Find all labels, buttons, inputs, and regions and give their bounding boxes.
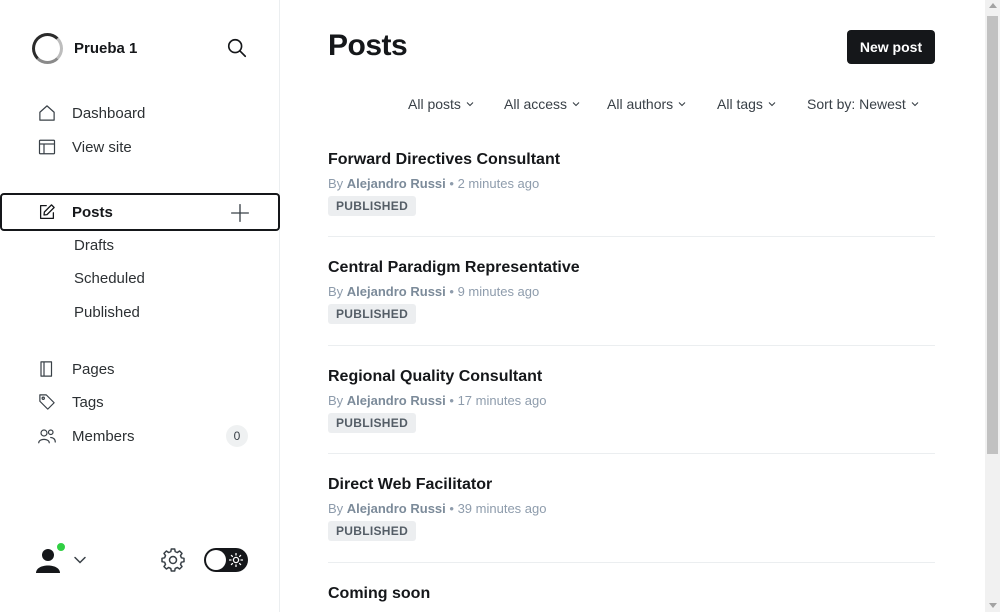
filter-sort-label: Sort by: Newest	[807, 96, 906, 112]
avatar[interactable]	[32, 542, 66, 575]
filter-tags-label: All tags	[717, 96, 763, 112]
nav-members[interactable]: Members 0	[0, 419, 280, 453]
nav-drafts[interactable]: Drafts	[74, 237, 114, 254]
filter-tags[interactable]: All tags	[717, 96, 776, 112]
filter-access[interactable]: All access	[504, 96, 580, 112]
new-post-button[interactable]: New post	[847, 30, 935, 64]
post-row[interactable]: Central Paradigm Representative By Aleja…	[328, 259, 935, 346]
post-title[interactable]: Direct Web Facilitator	[328, 476, 492, 494]
post-author: Alejandro Russi	[346, 501, 446, 516]
toggle-knob	[206, 550, 226, 570]
tag-icon	[39, 394, 55, 410]
status-badge: PUBLISHED	[328, 304, 417, 324]
scrollbar-thumb[interactable]	[987, 16, 998, 454]
filter-type-label: All posts	[408, 96, 461, 112]
nav-dashboard[interactable]: Dashboard	[0, 96, 280, 130]
nav-tags-label: Tags	[72, 393, 104, 411]
theme-toggle[interactable]	[204, 548, 248, 572]
nav-pages-label: Pages	[72, 360, 115, 378]
site-name: Prueba 1	[74, 39, 138, 57]
nav-view-site-label: View site	[72, 138, 132, 156]
gear-icon[interactable]	[161, 548, 185, 572]
post-meta: By Alejandro Russi • 9 minutes ago	[328, 284, 539, 299]
post-title[interactable]: Coming soon	[328, 585, 430, 603]
page-title: Posts	[328, 29, 408, 62]
chevron-down-icon[interactable]	[73, 553, 87, 567]
nav-published[interactable]: Published	[74, 304, 140, 321]
members-icon	[38, 429, 56, 444]
filter-bar: All posts All access All authors All tag…	[280, 96, 935, 114]
post-meta: By Alejandro Russi • 2 minutes ago	[328, 176, 539, 191]
scroll-up-arrow-icon[interactable]	[989, 3, 997, 8]
filter-type[interactable]: All posts	[408, 96, 474, 112]
home-icon	[39, 105, 55, 121]
meta-separator: •	[449, 393, 454, 408]
post-meta: By Alejandro Russi • 39 minutes ago	[328, 501, 546, 516]
status-badge: PUBLISHED	[328, 196, 417, 216]
post-author: Alejandro Russi	[346, 393, 446, 408]
post-time: 9 minutes ago	[457, 284, 540, 299]
page-icon	[40, 361, 53, 377]
post-title[interactable]: Regional Quality Consultant	[328, 368, 542, 386]
chevron-down-icon	[572, 102, 580, 107]
chevron-down-icon	[768, 102, 776, 107]
nav-tags[interactable]: Tags	[0, 385, 280, 419]
site-brand[interactable]: Prueba 1	[32, 32, 137, 64]
status-badge: PUBLISHED	[328, 413, 417, 433]
post-title[interactable]: Forward Directives Consultant	[328, 151, 560, 169]
main-content: Posts New post All posts All access All …	[280, 0, 985, 612]
chevron-down-icon	[911, 102, 919, 107]
meta-separator: •	[449, 176, 454, 191]
nav-posts-label: Posts	[72, 203, 113, 221]
online-status-dot	[56, 542, 66, 552]
status-badge: PUBLISHED	[328, 521, 417, 541]
filter-sort[interactable]: Sort by: Newest	[807, 96, 919, 112]
post-author: Alejandro Russi	[346, 176, 446, 191]
post-by: By	[328, 176, 344, 191]
post-time: 2 minutes ago	[457, 176, 540, 191]
post-row[interactable]: Direct Web Facilitator By Alejandro Russ…	[328, 476, 935, 563]
scroll-down-arrow-icon[interactable]	[989, 603, 997, 608]
search-icon[interactable]	[226, 37, 248, 59]
nav-view-site[interactable]: View site	[0, 130, 280, 164]
nav-members-label: Members	[72, 427, 135, 445]
post-meta: By Alejandro Russi • 17 minutes ago	[328, 393, 546, 408]
post-time: 17 minutes ago	[457, 393, 547, 408]
chevron-down-icon	[678, 102, 686, 107]
post-row[interactable]: Coming soon	[328, 585, 935, 612]
nav-posts[interactable]: Posts	[0, 193, 280, 231]
filter-access-label: All access	[504, 96, 568, 112]
post-title[interactable]: Central Paradigm Representative	[328, 259, 580, 277]
meta-separator: •	[449, 501, 454, 516]
post-by: By	[328, 501, 344, 516]
chevron-down-icon	[466, 102, 474, 107]
post-by: By	[328, 284, 344, 299]
site-logo-icon	[32, 32, 63, 64]
sun-icon	[229, 553, 243, 567]
meta-separator: •	[449, 284, 454, 299]
post-row[interactable]: Regional Quality Consultant By Alejandro…	[328, 368, 935, 454]
nav-scheduled[interactable]: Scheduled	[74, 270, 145, 287]
post-row[interactable]: Forward Directives Consultant By Alejand…	[328, 151, 935, 237]
post-author: Alejandro Russi	[346, 284, 446, 299]
members-count-badge: 0	[226, 425, 248, 447]
post-time: 39 minutes ago	[457, 501, 547, 516]
sidebar: Prueba 1 Dashboard View site Posts Draft…	[0, 0, 280, 612]
edit-icon	[39, 204, 55, 220]
plus-icon[interactable]	[230, 203, 250, 223]
nav-pages[interactable]: Pages	[0, 352, 280, 386]
layout-icon	[38, 139, 56, 155]
nav-dashboard-label: Dashboard	[72, 104, 146, 122]
scrollbar[interactable]	[985, 0, 1000, 612]
filter-authors-label: All authors	[607, 96, 674, 112]
post-by: By	[328, 393, 344, 408]
filter-authors[interactable]: All authors	[607, 96, 686, 112]
